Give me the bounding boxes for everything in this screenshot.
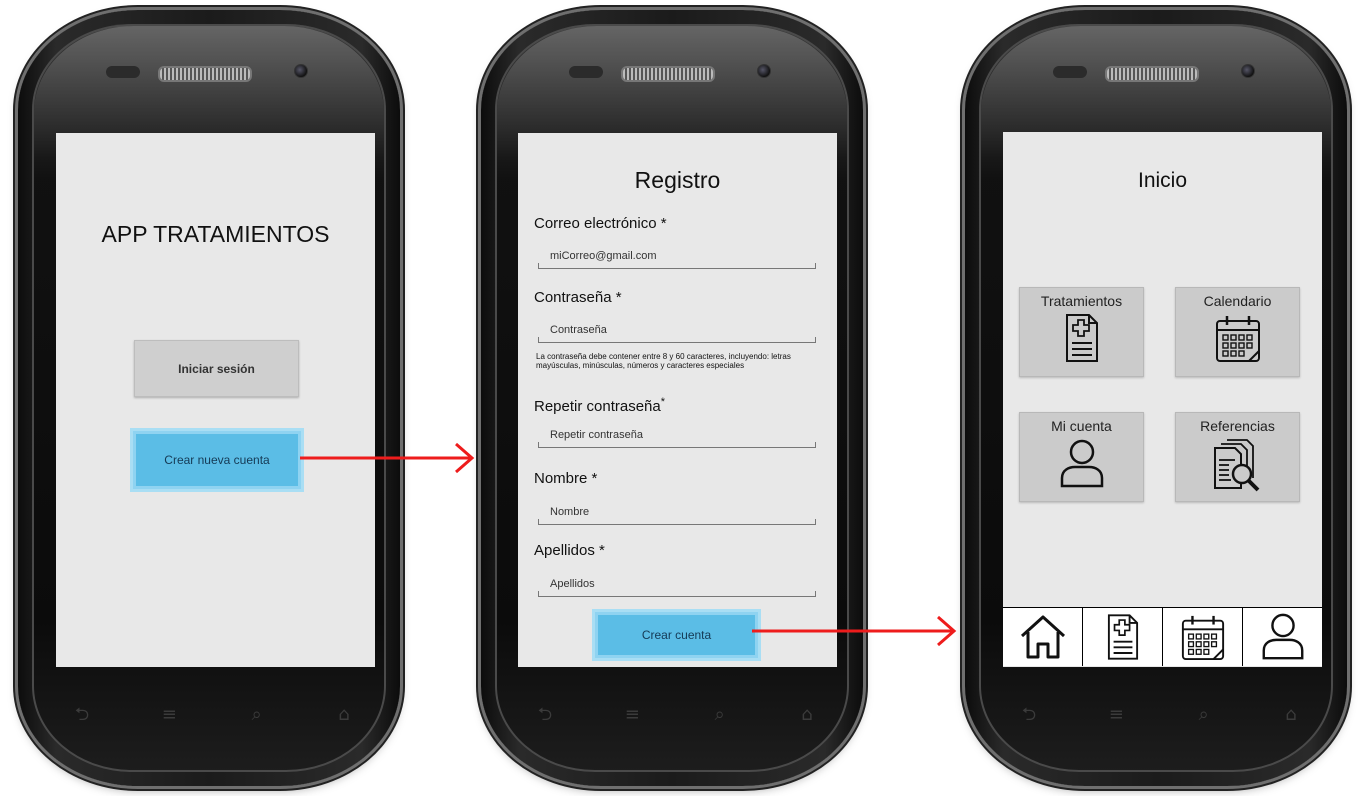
repeat-password-field[interactable]: Repetir contraseña bbox=[538, 424, 816, 448]
password-placeholder: Contraseña bbox=[550, 324, 607, 336]
phone-login: APP TRATAMIENTOS Iniciar sesión Crear nu… bbox=[8, 2, 410, 792]
front-camera bbox=[294, 64, 308, 78]
earpiece-speaker bbox=[1105, 66, 1199, 82]
search-icon[interactable]: ⌕ bbox=[243, 705, 271, 725]
email-value: miCorreo@gmail.com bbox=[550, 250, 657, 262]
tile-label: Referencias bbox=[1200, 418, 1275, 434]
calendar-icon bbox=[1215, 316, 1260, 362]
user-icon bbox=[1060, 439, 1103, 488]
flow-arrow-to-register bbox=[300, 442, 475, 474]
home-icon bbox=[1020, 615, 1065, 659]
phone-home: Inicio Tratamientos Calendario Mi cuenta… bbox=[955, 2, 1357, 792]
page-title: Inicio bbox=[1137, 169, 1188, 192]
bottom-navigation bbox=[1003, 607, 1322, 666]
user-icon bbox=[1262, 613, 1303, 660]
name-placeholder: Nombre bbox=[550, 506, 590, 518]
password-field[interactable]: Contraseña bbox=[538, 319, 816, 343]
tile-referencias[interactable]: Referencias bbox=[1175, 412, 1300, 502]
repeat-password-label: Repetir contraseña* bbox=[534, 396, 666, 415]
back-icon[interactable]: ⮌ bbox=[68, 705, 96, 725]
calendar-icon bbox=[1181, 615, 1224, 660]
tile-tratamientos[interactable]: Tratamientos bbox=[1019, 287, 1144, 377]
page-title: Registro bbox=[634, 167, 721, 193]
nav-treatments[interactable] bbox=[1082, 607, 1162, 666]
screen-home: Inicio Tratamientos Calendario Mi cuenta… bbox=[1003, 132, 1322, 667]
password-label: Contraseña * bbox=[534, 289, 622, 306]
tile-label: Calendario bbox=[1203, 293, 1272, 309]
name-field[interactable]: Nombre bbox=[538, 501, 816, 525]
flow-arrow-to-home bbox=[752, 615, 957, 647]
front-camera bbox=[1241, 64, 1255, 78]
menu-icon[interactable]: ≡ bbox=[155, 705, 183, 725]
medical-report-icon bbox=[1107, 614, 1138, 660]
home-softkey-icon[interactable]: ⌂ bbox=[330, 705, 358, 725]
earpiece-speaker bbox=[621, 66, 715, 82]
proximity-sensor bbox=[1053, 66, 1087, 78]
search-icon[interactable]: ⌕ bbox=[1190, 705, 1218, 725]
earpiece-speaker bbox=[158, 66, 252, 82]
search-icon[interactable]: ⌕ bbox=[706, 705, 734, 725]
back-icon[interactable]: ⮌ bbox=[1015, 705, 1043, 725]
surname-field[interactable]: Apellidos bbox=[538, 573, 816, 597]
surname-placeholder: Apellidos bbox=[550, 578, 595, 590]
nav-account[interactable] bbox=[1242, 607, 1322, 666]
menu-icon[interactable]: ≡ bbox=[1102, 705, 1130, 725]
email-field[interactable]: miCorreo@gmail.com bbox=[538, 245, 816, 269]
soft-keys: ⮌ ≡ ⌕ ⌂ bbox=[531, 702, 821, 728]
name-label: Nombre * bbox=[534, 470, 598, 487]
create-account-submit-button[interactable]: Crear cuenta bbox=[592, 609, 761, 661]
nav-calendar[interactable] bbox=[1162, 607, 1242, 666]
medical-report-icon bbox=[1065, 314, 1098, 362]
screen-register: Registro Correo electrónico * miCorreo@g… bbox=[518, 133, 837, 667]
back-icon[interactable]: ⮌ bbox=[531, 705, 559, 725]
home-softkey-icon[interactable]: ⌂ bbox=[793, 705, 821, 725]
tile-label: Mi cuenta bbox=[1051, 418, 1112, 434]
app-title: APP TRATAMIENTOS bbox=[101, 221, 330, 247]
menu-icon[interactable]: ≡ bbox=[618, 705, 646, 725]
soft-keys: ⮌ ≡ ⌕ ⌂ bbox=[1015, 702, 1305, 728]
tile-label: Tratamientos bbox=[1040, 293, 1123, 309]
soft-keys: ⮌ ≡ ⌕ ⌂ bbox=[68, 702, 358, 728]
phone-register: Registro Correo electrónico * miCorreo@g… bbox=[471, 2, 873, 792]
repeat-password-placeholder: Repetir contraseña bbox=[550, 429, 643, 441]
screen-login: APP TRATAMIENTOS Iniciar sesión Crear nu… bbox=[56, 133, 375, 667]
create-account-button[interactable]: Crear nueva cuenta bbox=[130, 428, 304, 492]
password-hint: La contraseña debe contener entre 8 y 60… bbox=[536, 352, 791, 370]
home-softkey-icon[interactable]: ⌂ bbox=[1277, 705, 1305, 725]
tile-calendario[interactable]: Calendario bbox=[1175, 287, 1300, 377]
nav-home[interactable] bbox=[1003, 607, 1082, 666]
tile-mi-cuenta[interactable]: Mi cuenta bbox=[1019, 412, 1144, 502]
proximity-sensor bbox=[569, 66, 603, 78]
front-camera bbox=[757, 64, 771, 78]
proximity-sensor bbox=[106, 66, 140, 78]
email-label: Correo electrónico * bbox=[534, 215, 667, 232]
document-search-icon bbox=[1213, 439, 1259, 492]
login-button[interactable]: Iniciar sesión bbox=[134, 340, 299, 397]
surname-label: Apellidos * bbox=[534, 542, 605, 559]
